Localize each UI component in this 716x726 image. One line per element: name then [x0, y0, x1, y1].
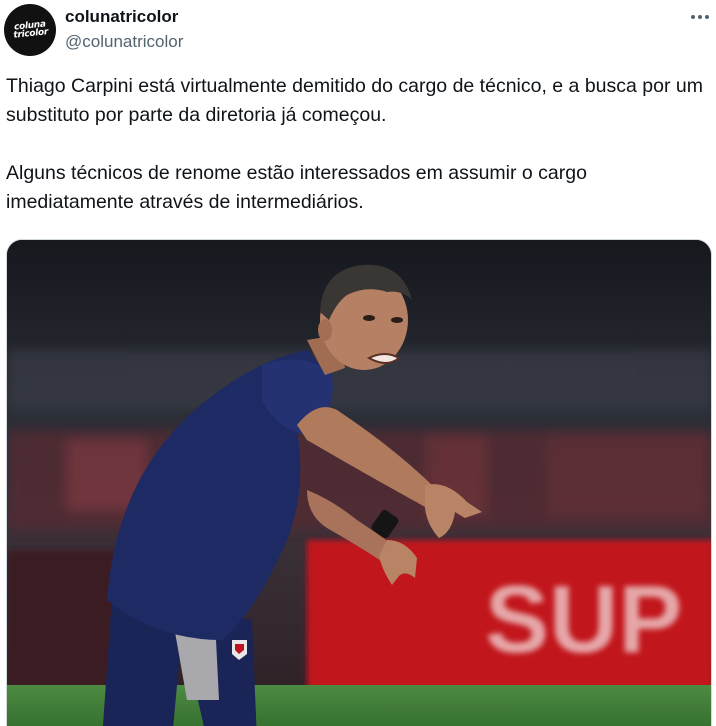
handle[interactable]: @colunatricolor — [65, 32, 183, 52]
avatar[interactable]: coluna tricolor — [4, 4, 56, 56]
more-horizontal-icon — [691, 15, 709, 19]
tweet: coluna tricolor colunatricolor @colunatri… — [0, 0, 716, 726]
avatar-logo: coluna tricolor — [12, 19, 49, 41]
tweet-text: Thiago Carpini está virtualmente demitid… — [6, 72, 710, 217]
coach-photo: SUP — [7, 240, 711, 726]
avatar-logo-text: coluna tricolor — [12, 19, 49, 41]
tweet-paragraph-1: Thiago Carpini está virtualmente demitid… — [6, 75, 703, 126]
tweet-paragraph-2: Alguns técnicos de renome estão interess… — [6, 162, 587, 213]
display-name[interactable]: colunatricolor — [65, 7, 178, 27]
tweet-photo[interactable]: SUP — [6, 239, 712, 726]
background-sign-text: SUP — [485, 566, 682, 673]
more-button[interactable] — [686, 6, 714, 28]
